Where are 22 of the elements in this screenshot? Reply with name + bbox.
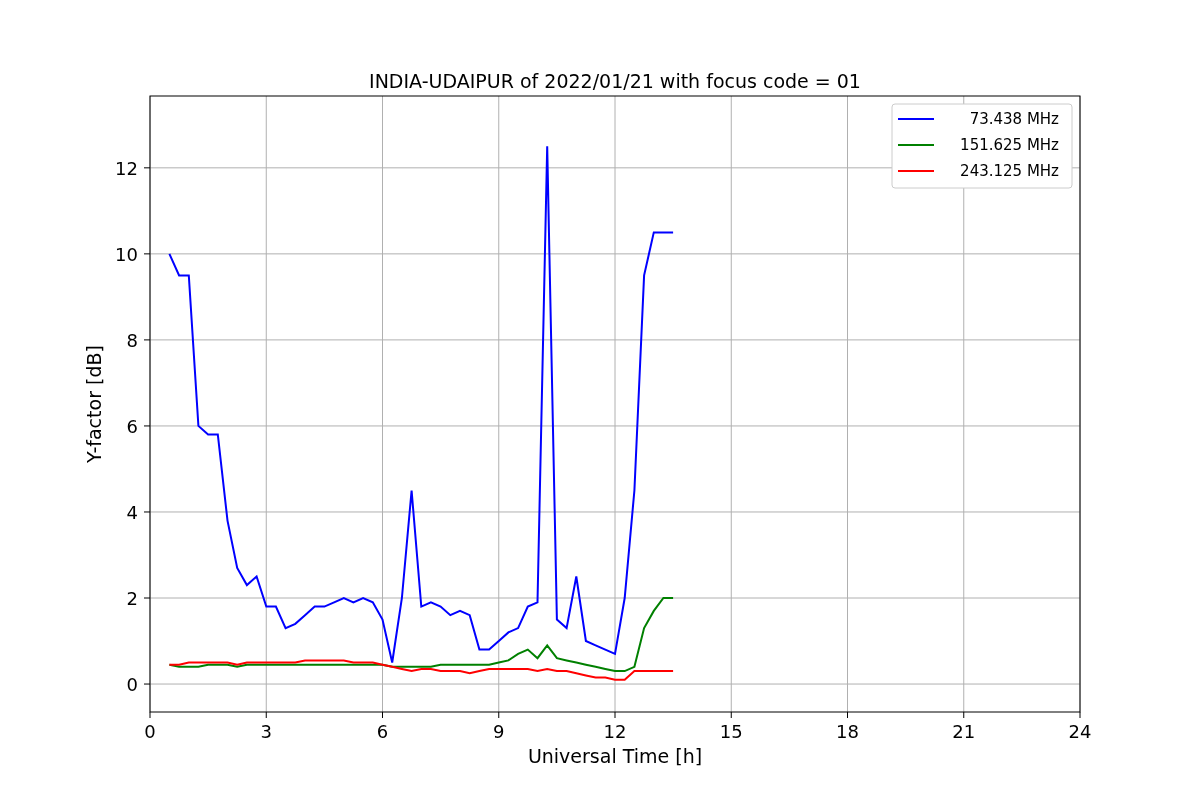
y-tick-label: 10 <box>115 243 138 265</box>
y-tick-label: 6 <box>126 415 138 437</box>
y-tick-label: 8 <box>126 329 138 351</box>
y-tick-label: 12 <box>115 157 138 179</box>
x-tick-label: 3 <box>260 721 272 742</box>
x-tick-label: 18 <box>836 721 859 742</box>
x-tick-label: 9 <box>493 721 505 742</box>
legend-label: 151.625 MHz <box>960 136 1059 154</box>
x-tick-label: 15 <box>719 721 743 742</box>
y-tick-label: 2 <box>126 588 138 609</box>
x-axis-label: Universal Time [h] <box>527 745 703 767</box>
legend-label: 243.125 MHz <box>960 162 1059 180</box>
chart-title: INDIA-UDAIPUR of 2022/01/21 with focus code = 01 <box>369 70 861 92</box>
x-tick-label: 6 <box>376 721 389 742</box>
x-tick-label: 0 <box>144 721 156 742</box>
y-tick-label: 0 <box>126 674 138 696</box>
y-axis-label: Y-factor [dB] <box>83 345 105 463</box>
x-tick-label: 12 <box>603 721 627 742</box>
x-tick-label: 24 <box>1068 721 1092 742</box>
legend-label: 73.438 MHz <box>969 110 1059 128</box>
x-tick-label: 21 <box>952 721 976 742</box>
y-tick-label: 4 <box>126 501 138 523</box>
